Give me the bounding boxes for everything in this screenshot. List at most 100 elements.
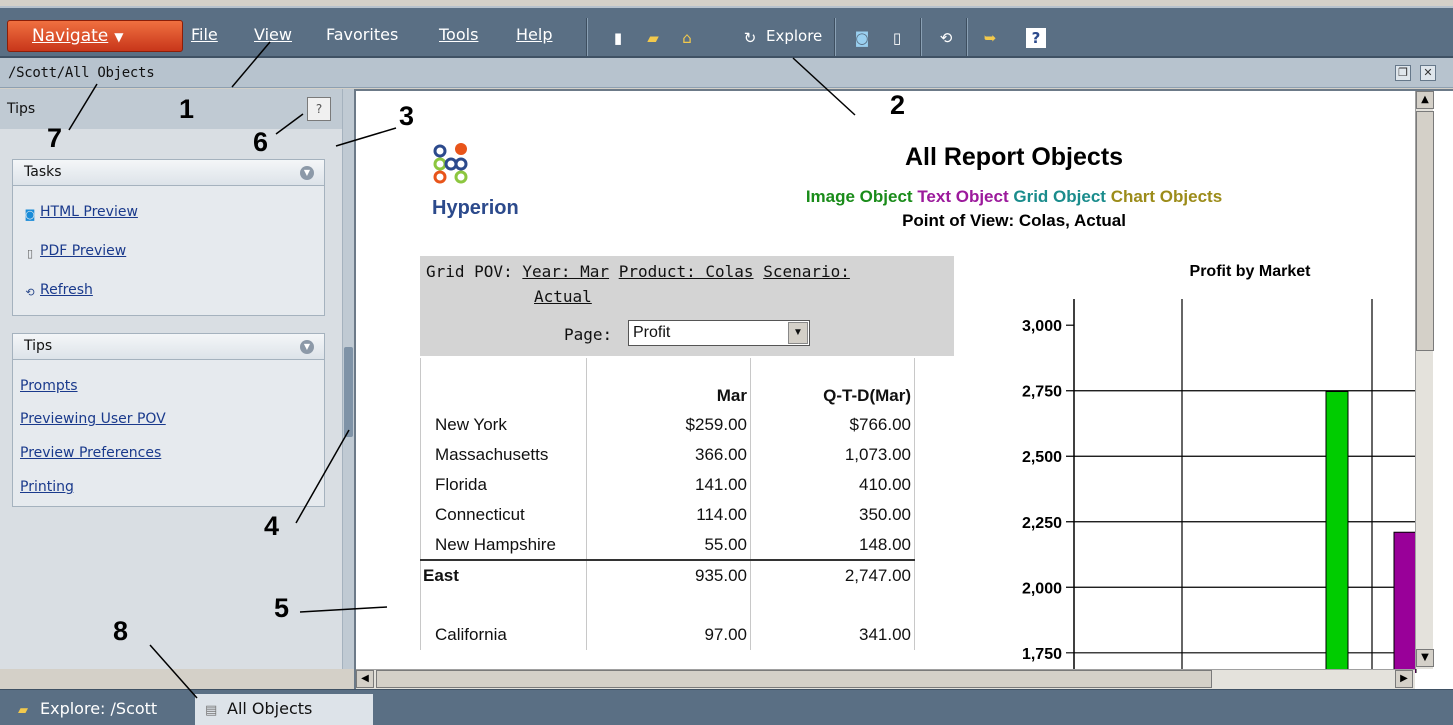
callout-label: 3 [399, 101, 415, 131]
pov-scenario-link[interactable]: Scenario: [763, 262, 850, 281]
y-tick-label: 2,500 [1022, 449, 1062, 466]
grid-header-row: Mar Q-T-D(Mar) [420, 358, 915, 410]
menu-tools[interactable]: Tools [439, 25, 478, 44]
task-label: HTML Preview [40, 204, 138, 220]
page-select[interactable]: Profit ▼ [628, 320, 810, 346]
open-folder-icon[interactable]: ▰ [643, 28, 663, 48]
chart-title: Profit by Market [1190, 263, 1312, 280]
cell-qtd: 1,073.00 [750, 440, 915, 470]
table-row: California 97.00 341.00 [420, 620, 915, 650]
cell-qtd [750, 590, 915, 620]
table-row: Florida 141.00 410.00 [420, 470, 915, 500]
home-icon[interactable]: ⌂ [677, 28, 697, 48]
cell-qtd: $766.00 [750, 410, 915, 440]
tasks-box: Tasks ▼ ◙ HTML Preview ▯ PDF Preview ⟲ Refr… [12, 159, 325, 316]
table-row: Connecticut 114.00 350.00 [420, 500, 915, 530]
cell-mar: $259.00 [586, 410, 751, 440]
splitter-handle[interactable] [344, 347, 353, 437]
breadcrumb: /Scott/All Objects [8, 65, 155, 81]
cell-mar: 55.00 [586, 530, 751, 560]
toolbar-separator [920, 18, 922, 56]
data-grid: Mar Q-T-D(Mar) New York $259.00 $766.00 Mas… [420, 358, 915, 650]
navigate-button[interactable]: Navigate ▼ [7, 20, 183, 52]
tip-link[interactable]: Previewing User POV [20, 411, 166, 427]
tip-link[interactable]: Printing [20, 479, 74, 495]
close-icon[interactable]: ✕ [1420, 65, 1436, 81]
new-document-icon[interactable]: ▮ [608, 28, 628, 48]
row-label: Connecticut [420, 500, 587, 530]
report-icon: ▤ [205, 703, 218, 718]
report-page: Hyperion All Report Objects Image Object… [374, 119, 1419, 673]
menu-file[interactable]: File [191, 25, 218, 44]
task-label: PDF Preview [40, 243, 127, 259]
tab-explore[interactable]: ▰ Explore: /Scott [8, 694, 192, 725]
tips-box: Tips ▼ Prompts Previewing User POV Previ… [12, 333, 325, 507]
menu-favorites[interactable]: Favorites [326, 25, 398, 44]
html-preview-icon: ◙ [24, 208, 36, 221]
row-label: Florida [420, 470, 587, 500]
refresh-icon[interactable]: ⟲ [936, 28, 956, 48]
row-label: New Hampshire [420, 530, 587, 560]
callout-label: 8 [113, 616, 129, 646]
panel-splitter[interactable] [342, 89, 354, 669]
html-preview-icon[interactable]: ◙ [852, 28, 872, 48]
hyperion-logo: Hyperion [432, 133, 542, 223]
report-subtitle: Image Object Text Object Grid Object Cha… [644, 187, 1384, 207]
tips-toggle-icon[interactable]: ? [307, 97, 331, 121]
tasks-header[interactable]: Tasks ▼ [13, 160, 324, 186]
task-html-preview[interactable]: ◙ HTML Preview [23, 204, 138, 222]
table-row: New York $259.00 $766.00 [420, 410, 915, 440]
tips-header[interactable]: Tips ▼ [13, 334, 324, 360]
scroll-down-icon[interactable]: ▼ [1416, 649, 1434, 667]
callout-label: 1 [179, 94, 195, 124]
pov-product-link[interactable]: Product: Colas [619, 262, 754, 281]
task-refresh[interactable]: ⟲ Refresh [23, 282, 92, 300]
task-pdf-preview[interactable]: ▯ PDF Preview [23, 243, 126, 261]
cell-mar: 114.00 [586, 500, 751, 530]
scroll-up-icon[interactable]: ▲ [1416, 91, 1434, 109]
help-icon[interactable]: ? [1026, 28, 1046, 48]
explore-icon[interactable]: ↻ [740, 28, 760, 48]
tip-link[interactable]: Preview Preferences [20, 445, 161, 461]
logoff-icon[interactable]: ➥ [980, 28, 1000, 48]
grid-pov-label: Grid POV: [426, 262, 513, 281]
horizontal-scrollbar[interactable]: ◀ ▶ [356, 669, 1415, 689]
y-tick-label: 2,250 [1022, 515, 1062, 532]
tab-label: Explore: /Scott [40, 699, 158, 718]
toolbar-separator [966, 18, 968, 56]
menu-help[interactable]: Help [516, 25, 552, 44]
restore-icon[interactable]: ❐ [1395, 65, 1411, 81]
callout-label: 2 [890, 90, 906, 120]
menu-view[interactable]: View [254, 25, 292, 44]
y-tick-label: 2,750 [1022, 384, 1062, 401]
chart-bar [1393, 531, 1417, 673]
grid-header-mar: Mar [586, 358, 751, 410]
grid-pov-line: Grid POV: Year: Mar Product: Colas Scena… [426, 262, 850, 281]
chevron-down-icon[interactable]: ▼ [788, 322, 808, 344]
tip-link[interactable]: Prompts [20, 378, 78, 394]
vertical-scroll-thumb[interactable] [1416, 111, 1434, 351]
chart-bar [1325, 391, 1349, 673]
collapse-icon[interactable]: ▼ [300, 340, 314, 354]
explore-button[interactable]: Explore [766, 27, 822, 45]
pov-year-link[interactable]: Year: Mar [522, 262, 609, 281]
report-pov: Point of View: Colas, Actual [902, 211, 1126, 230]
tab-bar: ▰ Explore: /Scott ▤ All Objects [0, 689, 1453, 725]
cell-qtd: 410.00 [750, 470, 915, 500]
subtitle-grid-object: Grid Object [1013, 187, 1106, 206]
vertical-scrollbar[interactable]: ▲ ▼ [1415, 91, 1434, 669]
scroll-left-icon[interactable]: ◀ [356, 670, 374, 688]
toolbar-separator [834, 18, 836, 56]
scroll-right-icon[interactable]: ▶ [1395, 670, 1413, 688]
tab-all-objects[interactable]: ▤ All Objects [195, 694, 373, 725]
tab-label: All Objects [227, 699, 313, 718]
horizontal-scroll-thumb[interactable] [376, 670, 1212, 688]
cell-qtd: 341.00 [750, 620, 915, 650]
pov-scenario-value[interactable]: Actual [534, 287, 592, 306]
row-label: California [420, 620, 587, 650]
subtitle-chart-objects: Chart Objects [1110, 187, 1223, 206]
collapse-icon[interactable]: ▼ [300, 166, 314, 180]
panel-header-label: Tips [7, 101, 36, 117]
table-row: East 935.00 2,747.00 [420, 559, 915, 590]
pdf-document-icon[interactable]: ▯ [887, 28, 907, 48]
